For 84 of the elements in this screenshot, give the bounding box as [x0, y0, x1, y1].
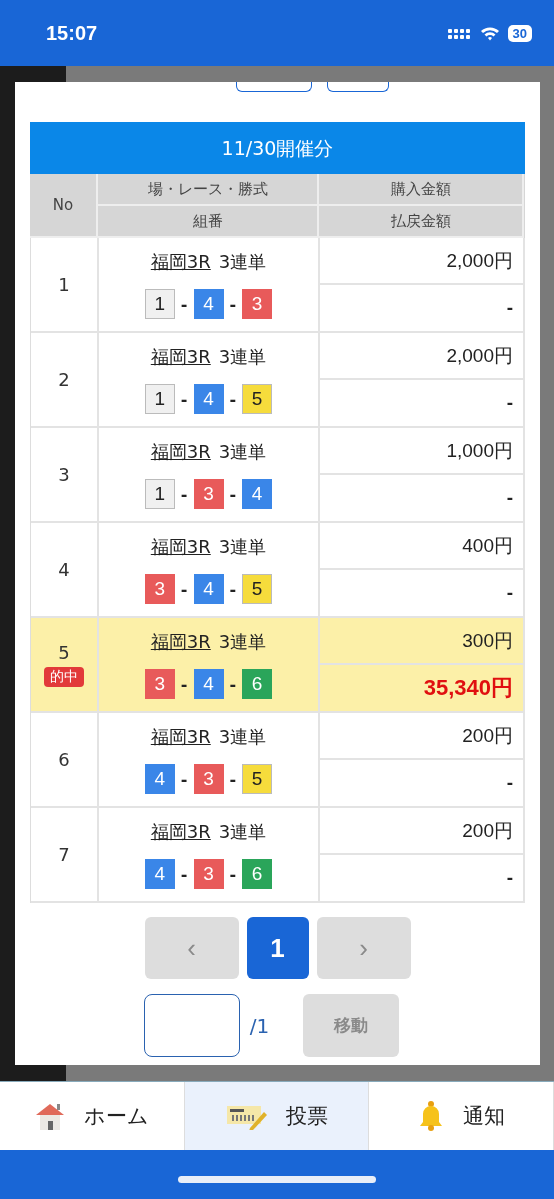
row-number: 7 — [58, 844, 70, 865]
table-cell: 1,000円 — [320, 428, 525, 475]
bet-type: 3連単 — [218, 439, 267, 464]
column-header: 場・レース・勝式 — [98, 174, 319, 206]
race-link[interactable]: 福岡3R — [150, 439, 211, 464]
row-number: 4 — [58, 559, 70, 580]
row-number: 2 — [58, 369, 70, 390]
table-cell: - — [320, 475, 525, 523]
separator: - — [180, 769, 188, 789]
table-cell: 400円 — [320, 523, 525, 570]
column-header: 組番 — [98, 206, 319, 238]
separator: - — [180, 864, 188, 884]
race-link[interactable]: 福岡3R — [150, 344, 211, 369]
page-total: /1 — [249, 1013, 270, 1038]
column-header: 購入金額 — [319, 174, 524, 206]
hit-badge: 的中 — [44, 667, 84, 687]
bet-type: 3連単 — [218, 249, 267, 274]
number-badge: 3 — [193, 859, 224, 890]
number-badge: 1 — [144, 289, 175, 320]
number-badge: 4 — [193, 384, 224, 415]
race-link[interactable]: 福岡3R — [150, 629, 211, 654]
table-cell: - — [320, 285, 525, 333]
race-link[interactable]: 福岡3R — [150, 724, 211, 749]
number-badge: 3 — [144, 669, 175, 700]
number-badge: 5 — [242, 764, 273, 795]
number-badge: 6 — [242, 859, 273, 890]
table-cell: 200円 — [320, 713, 525, 760]
separator: - — [229, 864, 237, 884]
table-cell: 300円 — [320, 618, 525, 665]
number-badge: 5 — [242, 574, 273, 605]
bet-type: 3連単 — [218, 819, 267, 844]
number-badge: 4 — [193, 289, 224, 320]
number-badge: 4 — [193, 574, 224, 605]
row-number: 6 — [58, 749, 70, 770]
page-input-field[interactable] — [143, 994, 240, 1057]
number-badge: 4 — [242, 479, 273, 510]
bet-type: 3連単 — [218, 534, 267, 559]
row-number: 3 — [58, 464, 70, 485]
separator: - — [180, 484, 188, 504]
separator: - — [180, 674, 188, 694]
number-badge: 6 — [242, 669, 273, 700]
nav-tab[interactable]: 投票 — [184, 1082, 370, 1150]
number-badge: 1 — [144, 479, 175, 510]
battery-indicator: 30 — [507, 24, 532, 42]
separator: - — [229, 294, 237, 314]
separator: - — [229, 579, 237, 599]
table-cell: - — [320, 760, 525, 808]
column-header: No — [30, 174, 98, 238]
table-cell: 35,340円 — [320, 665, 525, 713]
number-badge: 4 — [144, 859, 175, 890]
table-title: 11/30開催分 — [30, 122, 525, 174]
bet-type: 3連単 — [218, 344, 267, 369]
separator: - — [229, 484, 237, 504]
separator: - — [229, 769, 237, 789]
row-number: 1 — [58, 274, 70, 295]
signal-icon — [447, 26, 472, 40]
separator: - — [180, 389, 188, 409]
separator: - — [229, 389, 237, 409]
clock-time: 15:07 — [46, 21, 98, 45]
wifi-icon — [479, 25, 500, 41]
number-badge: 3 — [144, 574, 175, 605]
column-header: 払戻金額 — [319, 206, 524, 238]
number-badge: 3 — [242, 289, 273, 320]
table-cell: 2,000円 — [320, 333, 525, 380]
number-badge: 1 — [144, 384, 175, 415]
number-badge: 3 — [193, 479, 224, 510]
page-button[interactable]: 1 — [246, 917, 309, 979]
number-badge: 4 — [193, 669, 224, 700]
number-badge: 3 — [193, 764, 224, 795]
separator: - — [180, 294, 188, 314]
race-link[interactable]: 福岡3R — [150, 819, 211, 844]
table-cell: - — [320, 855, 525, 903]
separator: - — [229, 674, 237, 694]
number-badge: 5 — [242, 384, 273, 415]
row-number: 5 — [58, 642, 70, 663]
table-cell: - — [320, 380, 525, 428]
table-cell: 200円 — [320, 808, 525, 855]
table-cell: 2,000円 — [320, 238, 525, 285]
bet-type: 3連単 — [218, 724, 267, 749]
race-link[interactable]: 福岡3R — [150, 249, 211, 274]
bet-type: 3連単 — [218, 629, 267, 654]
separator: - — [180, 579, 188, 599]
race-link[interactable]: 福岡3R — [150, 534, 211, 559]
number-badge: 4 — [144, 764, 175, 795]
